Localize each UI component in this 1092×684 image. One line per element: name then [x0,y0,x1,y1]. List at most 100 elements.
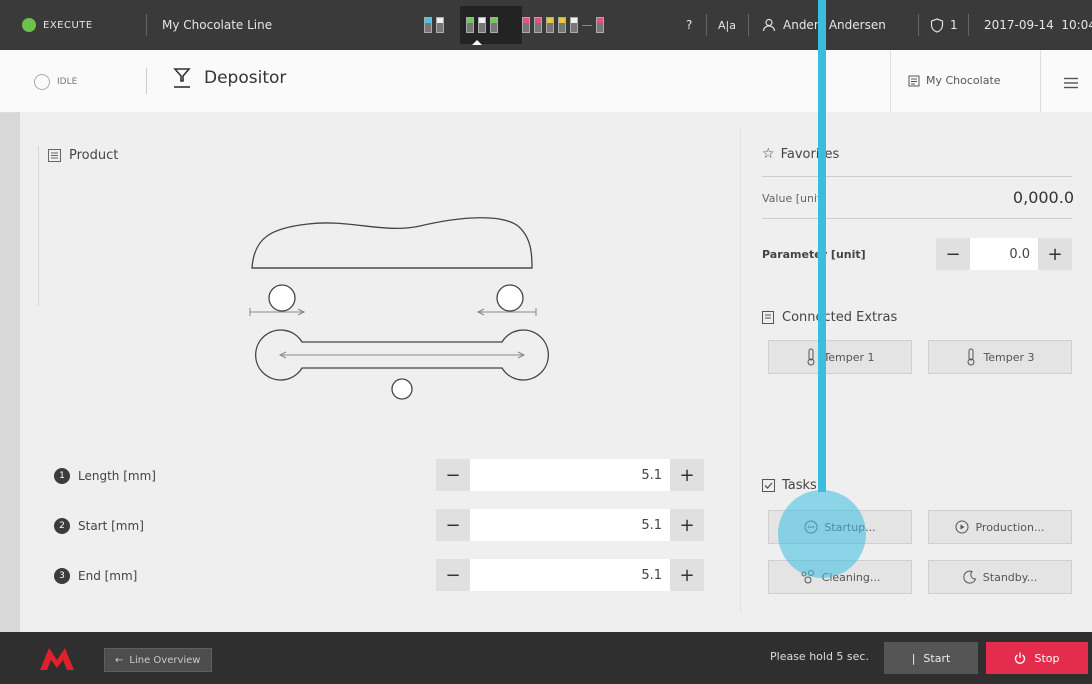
execute-status[interactable]: EXECUTE [22,0,93,50]
start-label: Start [923,651,951,665]
extra-label: Temper 1 [823,350,875,364]
stop-button[interactable]: Stop [986,642,1088,674]
product-icon [48,149,61,162]
recipe-name: My Chocolate [926,74,1001,87]
divider [146,68,147,94]
divider [146,14,147,36]
start-value[interactable]: 5.1 [470,509,670,541]
length-value[interactable]: 5.1 [470,459,670,491]
decrement-button[interactable]: − [936,238,970,270]
line-overview-label: Line Overview [129,654,201,666]
recipe-button[interactable]: My Chocolate [908,74,1001,87]
standby-icon [963,570,977,584]
module-mini-icon [522,17,530,33]
divider [762,176,1072,177]
favorite-param-label: Parameter [unit] [762,248,866,261]
divider [38,146,39,306]
decrement-button[interactable]: − [436,559,470,591]
param-start: 2 Start [mm] [54,518,144,534]
decrement-button[interactable]: − [436,459,470,491]
status-dot-icon [22,18,36,32]
favorite-param-stepper[interactable]: − 0.0 + [936,238,1072,270]
menu-icon [1064,77,1078,89]
idle-status: IDLE [34,74,77,90]
idle-label: IDLE [57,77,78,87]
param-number-badge: 2 [54,518,70,534]
main-panel: Product 1 Length [mm] − 5.1 + 2 Start [m… [20,112,1092,632]
task-standby-button[interactable]: Standby... [928,560,1072,594]
param-label: Start [mm] [78,519,144,533]
param-label: End [mm] [78,569,138,583]
extra-label: Temper 3 [983,350,1035,364]
alerts-button[interactable]: 1 [930,0,958,50]
user-icon [762,18,776,32]
module-group-active[interactable] [460,6,522,44]
task-label: Standby... [982,570,1038,584]
shield-icon [930,17,944,33]
hold-message: Please hold 5 sec. [770,650,869,663]
extra-temper-1-button[interactable]: Temper 1 [768,340,912,374]
line-name[interactable]: My Chocolate Line [162,0,272,50]
module-mini-icon [596,17,604,33]
param-number-badge: 3 [54,568,70,584]
divider [740,128,741,612]
end-value[interactable]: 5.1 [470,559,670,591]
help-button[interactable]: ? [686,0,692,50]
logo-icon [40,648,74,670]
divider [706,14,707,36]
extras-label: Connected Extras [782,310,898,325]
favorite-value-label: Value [unit] [762,192,826,205]
thermometer-icon [967,348,975,366]
depositor-icon [173,68,191,88]
thermometer-icon [807,348,815,366]
end-stepper[interactable]: − 5.1 + [436,559,704,591]
stop-label: Stop [1034,651,1060,665]
increment-button[interactable]: + [670,459,704,491]
menu-button[interactable] [1064,74,1078,93]
idle-indicator-icon [34,74,50,90]
start-stepper[interactable]: − 5.1 + [436,509,704,541]
page-title: Depositor [204,68,287,88]
recipe-icon [908,75,920,86]
product-diagram [249,217,550,400]
divider [748,14,749,36]
extra-temper-3-button[interactable]: Temper 3 [928,340,1072,374]
length-stepper[interactable]: − 5.1 + [436,459,704,491]
divider [762,218,1072,219]
module-mini-icon [490,17,498,33]
module-header: IDLE Depositor My Chocolate [0,50,1092,113]
increment-button[interactable]: + [670,559,704,591]
task-production-button[interactable]: Production... [928,510,1072,544]
start-button[interactable]: | Start [884,642,978,674]
param-length: 1 Length [mm] [54,468,156,484]
module-mini-icon [466,17,474,33]
tasks-title: Tasks [762,478,817,493]
favorite-param-value[interactable]: 0.0 [970,238,1038,270]
divider [890,50,891,112]
language-button[interactable]: A|a [718,0,736,50]
tutorial-highlight-circle [778,490,866,578]
alert-count: 1 [950,18,958,32]
line-overview-button[interactable]: ← Line Overview [104,648,212,672]
param-label: Length [mm] [78,469,156,483]
divider [968,14,969,36]
product-title: Product [69,148,119,163]
param-number-badge: 1 [54,468,70,484]
increment-button[interactable]: + [1038,238,1072,270]
module-group-3[interactable] [522,12,604,38]
product-section-title: Product [48,148,118,163]
module-mini-icon [424,17,432,33]
increment-button[interactable]: + [670,509,704,541]
extras-title: Connected Extras [762,310,897,325]
module-connector [582,24,592,26]
module-mini-icon [478,17,486,33]
module-group-1[interactable] [424,12,444,38]
power-icon [1015,652,1026,664]
top-bar: EXECUTE My Chocolate Line ? A|a Anders A… [0,0,1092,50]
module-title: Depositor [172,67,286,89]
decrement-button[interactable]: − [436,509,470,541]
datetime: 2017-09-14 10:04 [984,18,1092,32]
star-icon: ☆ [762,146,775,162]
favorites-title: ☆ Favorites [762,146,839,162]
user-name: Anders Andersen [783,18,886,32]
